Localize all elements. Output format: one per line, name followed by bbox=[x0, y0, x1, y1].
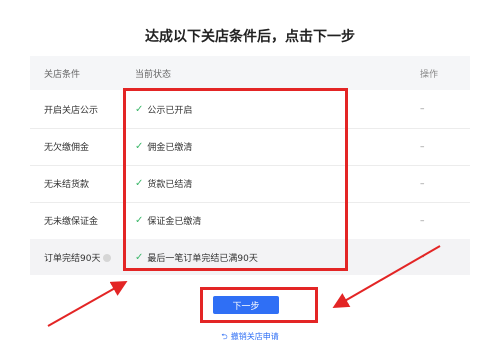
left-arrow bbox=[47, 281, 128, 327]
annotation-arrows bbox=[47, 245, 441, 327]
right-arrow bbox=[332, 245, 441, 308]
